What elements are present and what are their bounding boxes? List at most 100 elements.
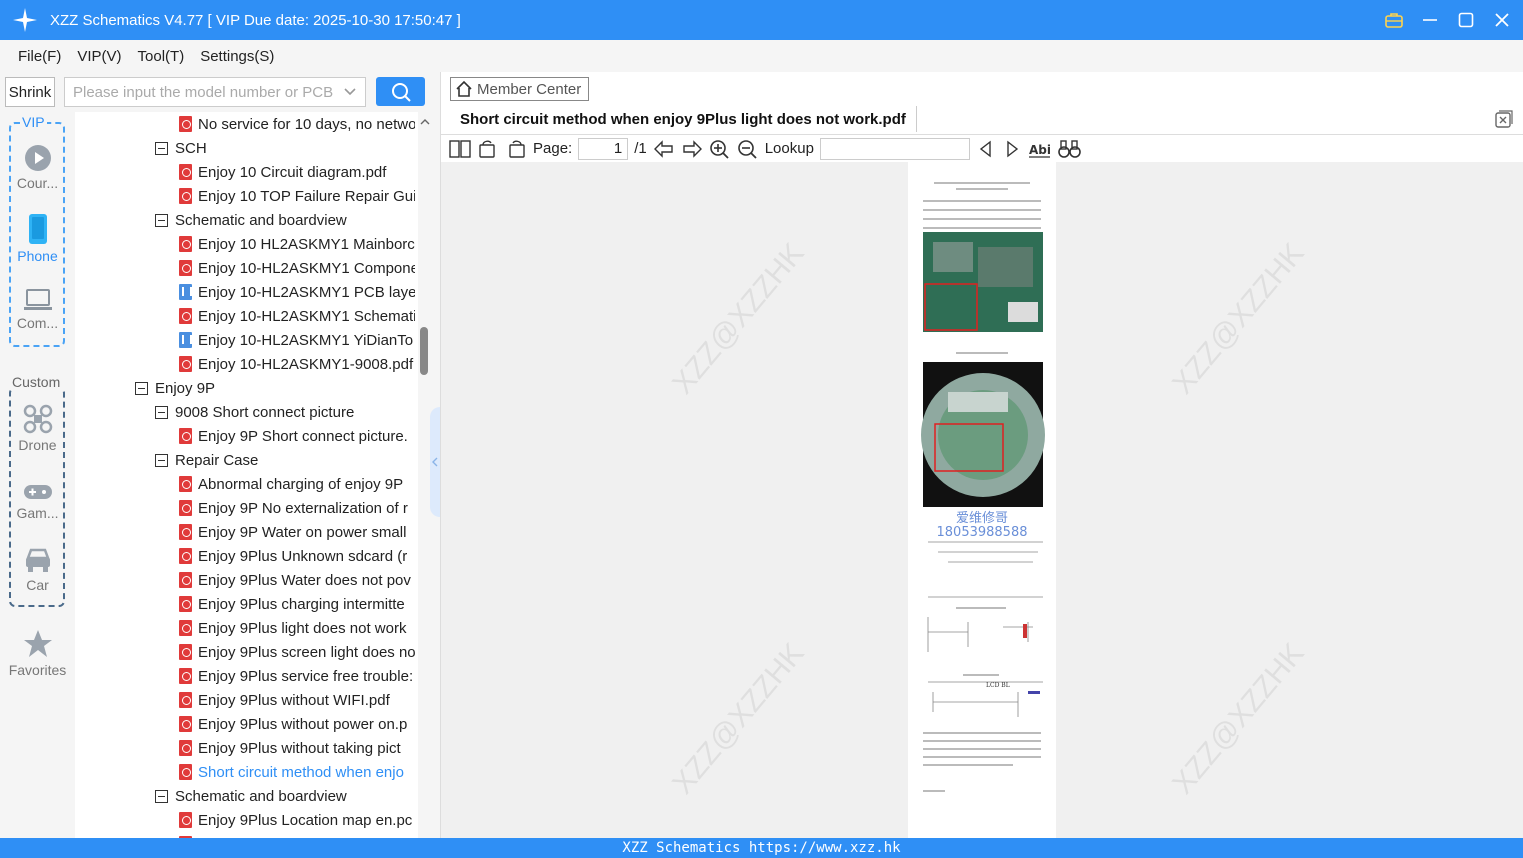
zoom-in-icon[interactable] [709,139,731,159]
category-label: Drone [18,437,57,453]
pdf-icon [179,596,192,612]
pane-splitter[interactable] [430,407,440,517]
play-icon [24,145,51,171]
minimize-button[interactable] [1419,9,1441,31]
vip-bag-icon[interactable] [1383,9,1405,31]
two-page-view-icon[interactable] [449,139,471,159]
chevron-left-icon[interactable] [431,457,439,467]
category-phone[interactable]: Phone [0,213,75,264]
zoom-out-icon[interactable] [737,139,759,159]
tree-item[interactable]: Enjoy 10-HL2ASKMY1 YiDianTo [179,328,415,352]
pdf-icon [179,308,192,324]
tree-item[interactable]: Enjoy 9P Short connect picture. [179,424,415,448]
pdf-icon [179,476,192,492]
tree-item[interactable]: Enjoy 10-HL2ASKMY1 Schemati [179,304,415,328]
menu-tool[interactable]: Tool(T) [138,48,185,65]
tree-scrollbar[interactable] [418,112,430,838]
category-courses[interactable]: Cour... [0,144,75,191]
menu-bar: File(F) VIP(V) Tool(T) Settings(S) [0,40,1523,72]
pdf-icon [179,116,192,132]
collapse-icon[interactable] [135,381,148,395]
pdf-icon [179,740,192,756]
tree-item[interactable]: Enjoy 9Plus screen light does no [179,640,415,664]
tree-item[interactable]: Enjoy 9Plus light does not work [179,616,415,640]
match-case-icon[interactable]: Abi [1028,139,1052,159]
tree-item[interactable]: Enjoy 10 TOP Failure Repair Gui [179,184,415,208]
tree-item[interactable]: Enjoy 9Plus without taking pict [179,736,415,760]
tree-item[interactable]: Enjoy 9Plus Water does not pov [179,568,415,592]
search-button[interactable] [376,77,425,106]
collapse-icon[interactable] [155,141,168,155]
collapse-icon[interactable] [155,405,168,419]
tree-folder[interactable]: Schematic and boardview [155,208,415,232]
home-icon [456,80,472,97]
prev-page-icon[interactable] [653,139,675,159]
tree-folder[interactable]: Enjoy 9P [135,376,415,400]
category-favorites[interactable]: Favorites [0,629,75,678]
maximize-button[interactable] [1455,9,1477,31]
tree-item[interactable]: Enjoy 9Plus without WIFI.pdf [179,688,415,712]
contact-phone: 18053988588 [937,525,1028,540]
tree-folder[interactable]: Schematic and boardview [155,784,415,808]
chevron-down-icon[interactable] [343,84,357,102]
tree-item[interactable]: Enjoy 10-HL2ASKMY1 PCB layer [179,280,415,304]
category-computer[interactable]: Com... [0,288,75,331]
tree-item[interactable]: Enjoy 10-HL2ASKMY1-9008.pdf [179,352,415,376]
close-tab-icon[interactable] [1495,110,1513,131]
pdf-icon [179,620,192,636]
tab-document[interactable]: Short circuit method when enjoy 9Plus li… [450,106,917,132]
search-input[interactable]: Please input the model number or PCB [64,77,366,107]
pdf-icon [179,644,192,660]
rotate-right-icon[interactable] [505,139,527,159]
tree-item[interactable]: No service for 10 days, no netwo [179,112,415,136]
tree-item-selected[interactable]: Short circuit method when enjo [179,760,415,784]
scroll-up-icon[interactable] [419,116,431,128]
search-icon [391,82,411,102]
tree-item[interactable]: Enjoy 9Plus service free trouble: [179,664,415,688]
tree-item[interactable]: Enjoy 9P Water on power small [179,520,415,544]
close-button[interactable] [1491,9,1513,31]
tree-item[interactable]: Enjoy 9Plus Location map en.pc [179,808,415,832]
tree-item[interactable]: Enjoy 10 Circuit diagram.pdf [179,160,415,184]
car-icon [25,548,50,572]
pcb-icon [179,332,192,348]
tree-item[interactable]: Enjoy 9Plus without power on.p [179,712,415,736]
collapse-icon[interactable] [155,213,168,227]
contact-name: 爱维修哥 [956,511,1008,526]
next-page-icon[interactable] [681,139,703,159]
tree-item[interactable]: Enjoy 9Plus Unknown sdcard (r [179,544,415,568]
menu-settings[interactable]: Settings(S) [200,48,274,65]
tree-item[interactable]: Abnormal charging of enjoy 9P [179,472,415,496]
svg-text:Abi: Abi [1029,143,1051,157]
tree-folder[interactable]: SCH [155,136,415,160]
collapse-icon[interactable] [155,789,168,803]
tree-scroll-thumb[interactable] [420,327,428,375]
tree-item[interactable]: Enjoy 10-HL2ASKMY1 Compone [179,256,415,280]
find-prev-icon[interactable] [976,139,996,159]
member-center-label: Member Center [477,80,582,98]
collapse-icon[interactable] [155,453,168,467]
pdf-icon [179,548,192,564]
gamepad-icon [23,485,52,499]
pdf-viewer[interactable]: XZZ@XZZHK XZZ@XZZHK XZZ@XZZHK XZZ@XZZHK [441,162,1523,838]
category-label: Gam... [16,505,59,521]
menu-file[interactable]: File(F) [18,48,61,65]
tree-folder[interactable]: 9008 Short connect picture [155,400,415,424]
lookup-input[interactable] [819,137,970,160]
tree-item[interactable]: Enjoy 9P No externalization of r [179,496,415,520]
tree-item[interactable]: Enjoy 10 HL2ASKMY1 Mainborc [179,232,415,256]
model-tree: No service for 10 days, no netwo SCH Enj… [75,112,418,838]
category-drone[interactable]: Drone [0,404,75,453]
tree-folder[interactable]: Repair Case [155,448,415,472]
page-number-input[interactable]: 1 [578,137,629,160]
menu-vip[interactable]: VIP(V) [77,48,121,65]
binoculars-icon[interactable] [1058,139,1082,159]
category-game[interactable]: Gam... [0,482,75,521]
pdf-icon [179,236,192,252]
shrink-button[interactable]: Shrink [5,77,55,107]
rotate-left-icon[interactable] [477,139,499,159]
category-car[interactable]: Car [0,546,75,593]
member-center-button[interactable]: Member Center [450,77,589,101]
tree-item[interactable]: Enjoy 9Plus charging intermitte [179,592,415,616]
find-next-icon[interactable] [1002,139,1022,159]
